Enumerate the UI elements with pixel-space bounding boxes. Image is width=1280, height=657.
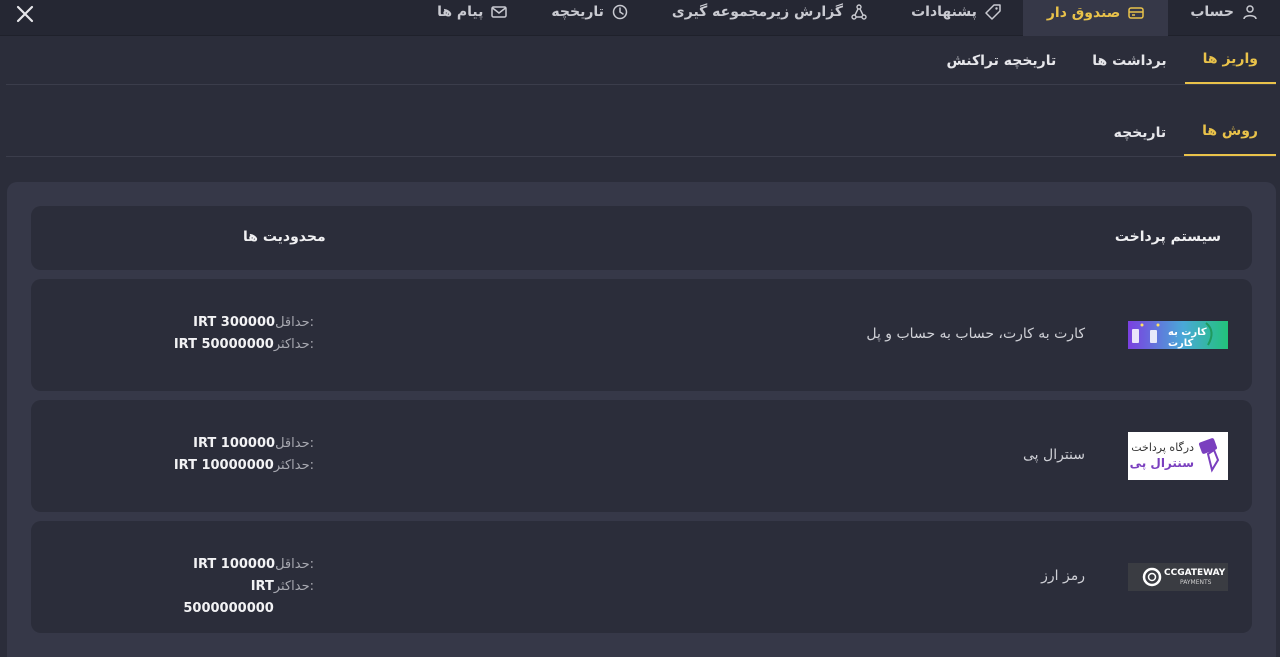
max-value: IRT 10000000: [173, 458, 274, 473]
clock-icon: [612, 4, 628, 20]
ccgateway-logo-text-top: CCGATEWAY: [1164, 568, 1226, 578]
centralpay-logo: درگاه پرداخت سنترال پی: [1128, 432, 1228, 480]
subtab-methods[interactable]: روش ها: [1184, 108, 1276, 156]
max-label: حداکثر:: [273, 337, 314, 352]
ccgateway-logo-text-bottom: PAYMENTS: [1180, 579, 1212, 586]
tab-messages[interactable]: پیام ها: [415, 0, 529, 24]
centralpay-logo-text-bottom: سنترال پی: [1129, 456, 1194, 470]
subtab-withdrawals[interactable]: برداشت ها: [1074, 36, 1184, 84]
subtab-transaction-history[interactable]: تاریخچه تراکنش: [928, 36, 1074, 84]
card-to-card-logo-text: کارت به کارت: [1168, 327, 1207, 349]
user-icon: [1243, 5, 1257, 20]
max-label: حداکثر:: [273, 579, 314, 594]
method-name: رمز ارز: [1041, 568, 1085, 584]
tab-offers-label: پشنهادات: [911, 4, 977, 20]
payment-method-card-to-card[interactable]: کارت به کارت کارت به کارت، حساب به حساب …: [31, 279, 1252, 391]
tab-cashier-label: صندوق دار: [1046, 5, 1121, 21]
card-to-card-logo: کارت به کارت: [1128, 311, 1228, 359]
min-label: حداقل:: [275, 315, 314, 330]
tab-referral-report-label: گزارش زیرمجموعه گیری: [671, 4, 844, 20]
tab-history[interactable]: تاریخچه: [529, 0, 650, 24]
top-tabs: حساب صندوق دار پشنهادات گزارش زیرمجموعه …: [415, 0, 1280, 36]
payment-method-centralpay[interactable]: درگاه پرداخت سنترال پی سنترال پی حداقل: …: [31, 400, 1252, 512]
tab-history-label: تاریخچه: [551, 4, 604, 20]
min-value: IRT 100000: [193, 557, 276, 572]
payment-methods-panel: سیستم پرداخت محدودیت ها کارت به کارت کار…: [7, 182, 1276, 657]
min-label: حداقل:: [275, 436, 314, 451]
method-limits: حداقل: IRT 300000 حداکثر: IRT 50000000: [164, 312, 314, 356]
tab-account[interactable]: حساب: [1168, 0, 1280, 24]
tab-account-label: حساب: [1190, 4, 1234, 20]
method-limits: حداقل: IRT 100000 حداکثر: IRT 10000000: [164, 433, 314, 477]
max-value: IRT 50000000: [173, 337, 274, 352]
tab-cashier[interactable]: صندوق دار: [1022, 0, 1169, 36]
max-label: حداکثر:: [273, 458, 314, 473]
centralpay-logo-text-top: درگاه پرداخت: [1131, 441, 1194, 454]
table-header: سیستم پرداخت محدودیت ها: [31, 206, 1252, 270]
method-name: سنترال پی: [1023, 447, 1085, 463]
min-label: حداقل:: [275, 557, 314, 572]
mail-icon: [491, 6, 508, 18]
subtab-deposit-history[interactable]: تاریخچه: [1096, 108, 1185, 156]
wallet-icon: [1128, 7, 1145, 19]
close-icon: [16, 5, 34, 23]
top-navigation: حساب صندوق دار پشنهادات گزارش زیرمجموعه …: [0, 0, 1280, 36]
tab-messages-label: پیام ها: [437, 4, 484, 20]
ccgateway-logo: CCGATEWAY PAYMENTS: [1128, 563, 1228, 591]
column-header-limits: محدودیت ها: [243, 229, 326, 245]
deposit-subtabs: روش ها تاریخچه: [6, 110, 1276, 157]
column-header-payment-system: سیستم پرداخت: [1114, 229, 1221, 245]
max-value: IRT 5000000000: [183, 579, 274, 616]
close-button[interactable]: [14, 3, 36, 25]
min-value: IRT 300000: [193, 315, 276, 330]
min-value: IRT 100000: [193, 436, 276, 451]
network-icon: [851, 4, 867, 20]
payment-method-crypto[interactable]: CCGATEWAY PAYMENTS رمز ارز حداقل: IRT 10…: [31, 521, 1252, 633]
cashier-subtabs: واریز ها برداشت ها تاریخچه تراکنش: [6, 36, 1276, 85]
method-limits: حداقل: IRT 100000 حداکثر: IRT 5000000000: [164, 554, 314, 620]
tag-icon: [985, 4, 1001, 20]
tab-referral-report[interactable]: گزارش زیرمجموعه گیری: [650, 0, 889, 24]
subtab-deposits[interactable]: واریز ها: [1184, 36, 1276, 84]
method-name: کارت به کارت، حساب به حساب و پل: [866, 326, 1085, 342]
tab-offers[interactable]: پشنهادات: [889, 0, 1023, 24]
